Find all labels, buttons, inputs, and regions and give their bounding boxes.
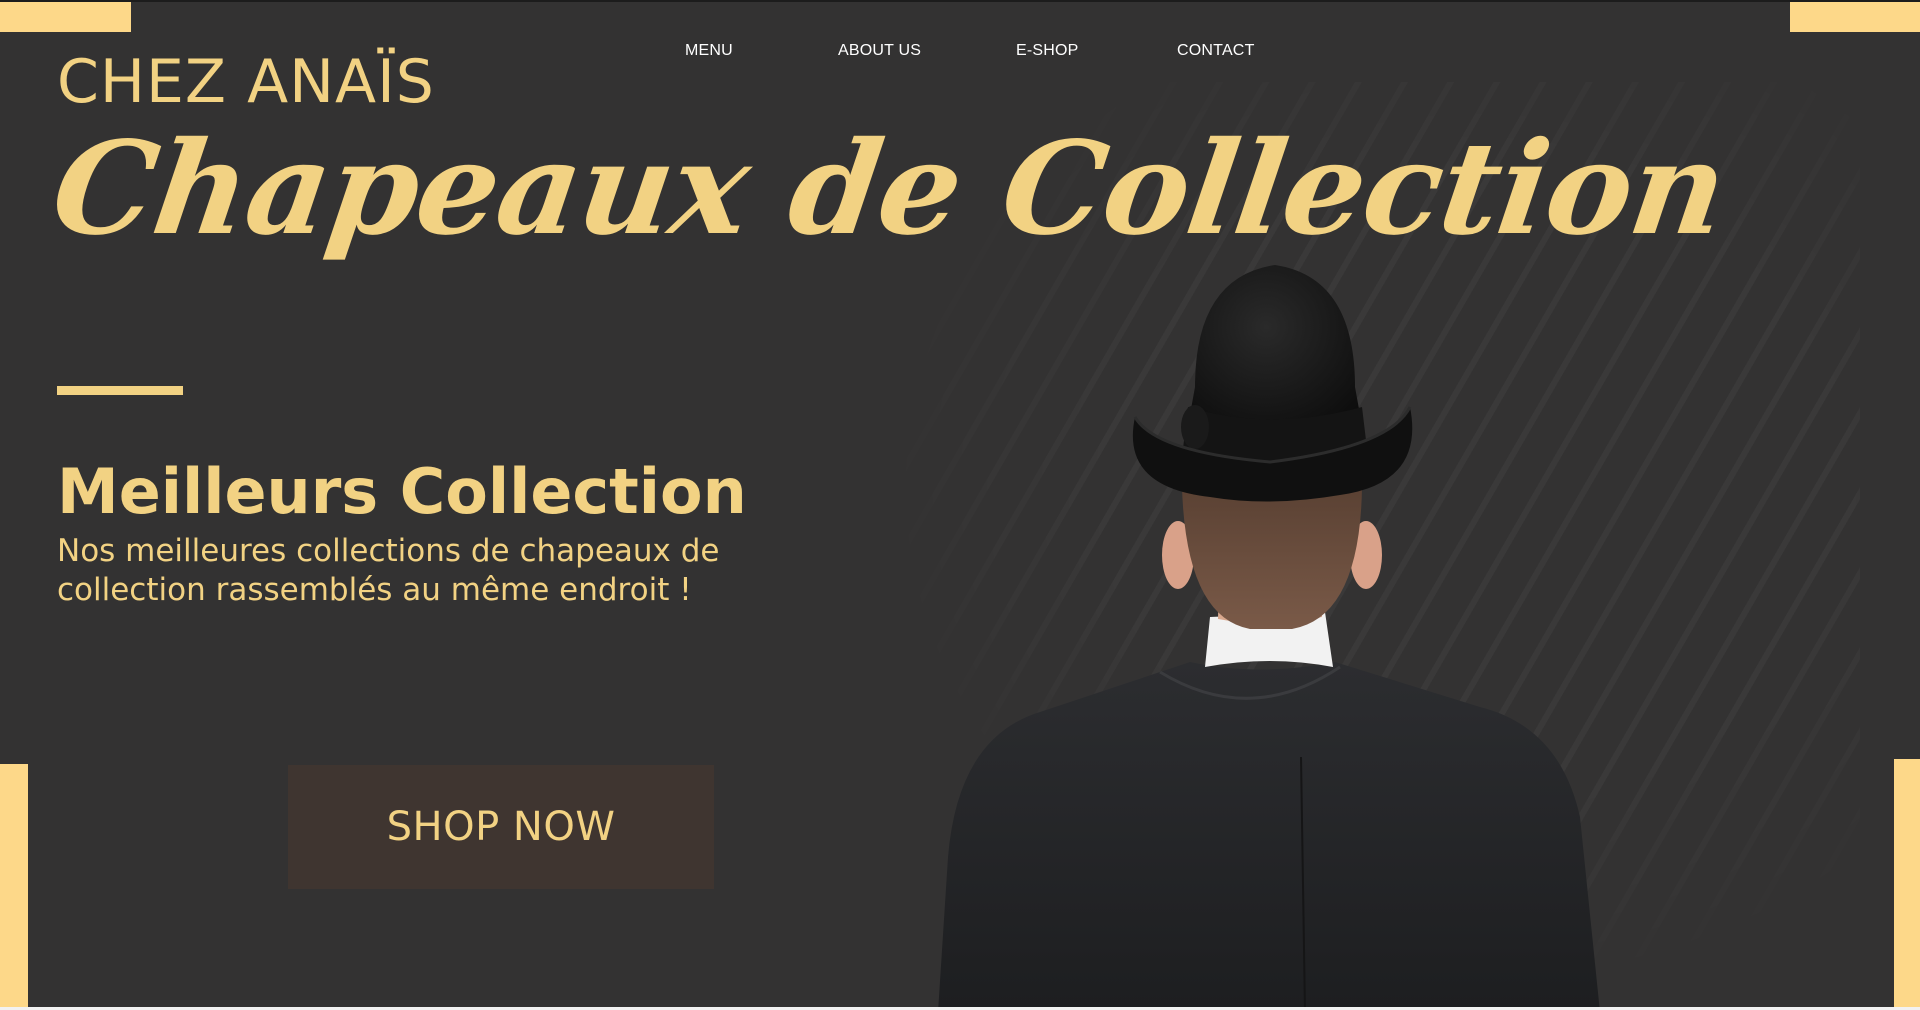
script-title: Chapeaux de Collection: [44, 114, 1735, 264]
nav-item-e-shop[interactable]: E-SHOP: [1016, 42, 1177, 60]
corner-bar-top-right: [1790, 2, 1920, 32]
model-bowler-hat-image: [938, 265, 1600, 1010]
main-nav: MENU ABOUT US E-SHOP CONTACT: [685, 42, 1255, 60]
corner-bar-top-left: [0, 2, 131, 32]
nav-item-menu[interactable]: MENU: [685, 42, 838, 60]
shop-now-button[interactable]: SHOP NOW: [288, 765, 714, 889]
hero-subtext: Nos meilleures collections de chapeaux d…: [57, 533, 720, 608]
corner-bar-bottom-left: [0, 764, 28, 1010]
headline: Meilleurs Collection: [57, 455, 747, 528]
nav-item-contact[interactable]: CONTACT: [1177, 42, 1255, 60]
hero-page: MENU ABOUT US E-SHOP CONTACT CHEZ ANAÏS: [0, 0, 1920, 1010]
nav-item-about-us[interactable]: ABOUT US: [838, 42, 1016, 60]
accent-rule: [57, 386, 183, 395]
corner-bar-bottom-right: [1894, 759, 1920, 1010]
brand-name: CHEZ ANAÏS: [57, 47, 435, 117]
